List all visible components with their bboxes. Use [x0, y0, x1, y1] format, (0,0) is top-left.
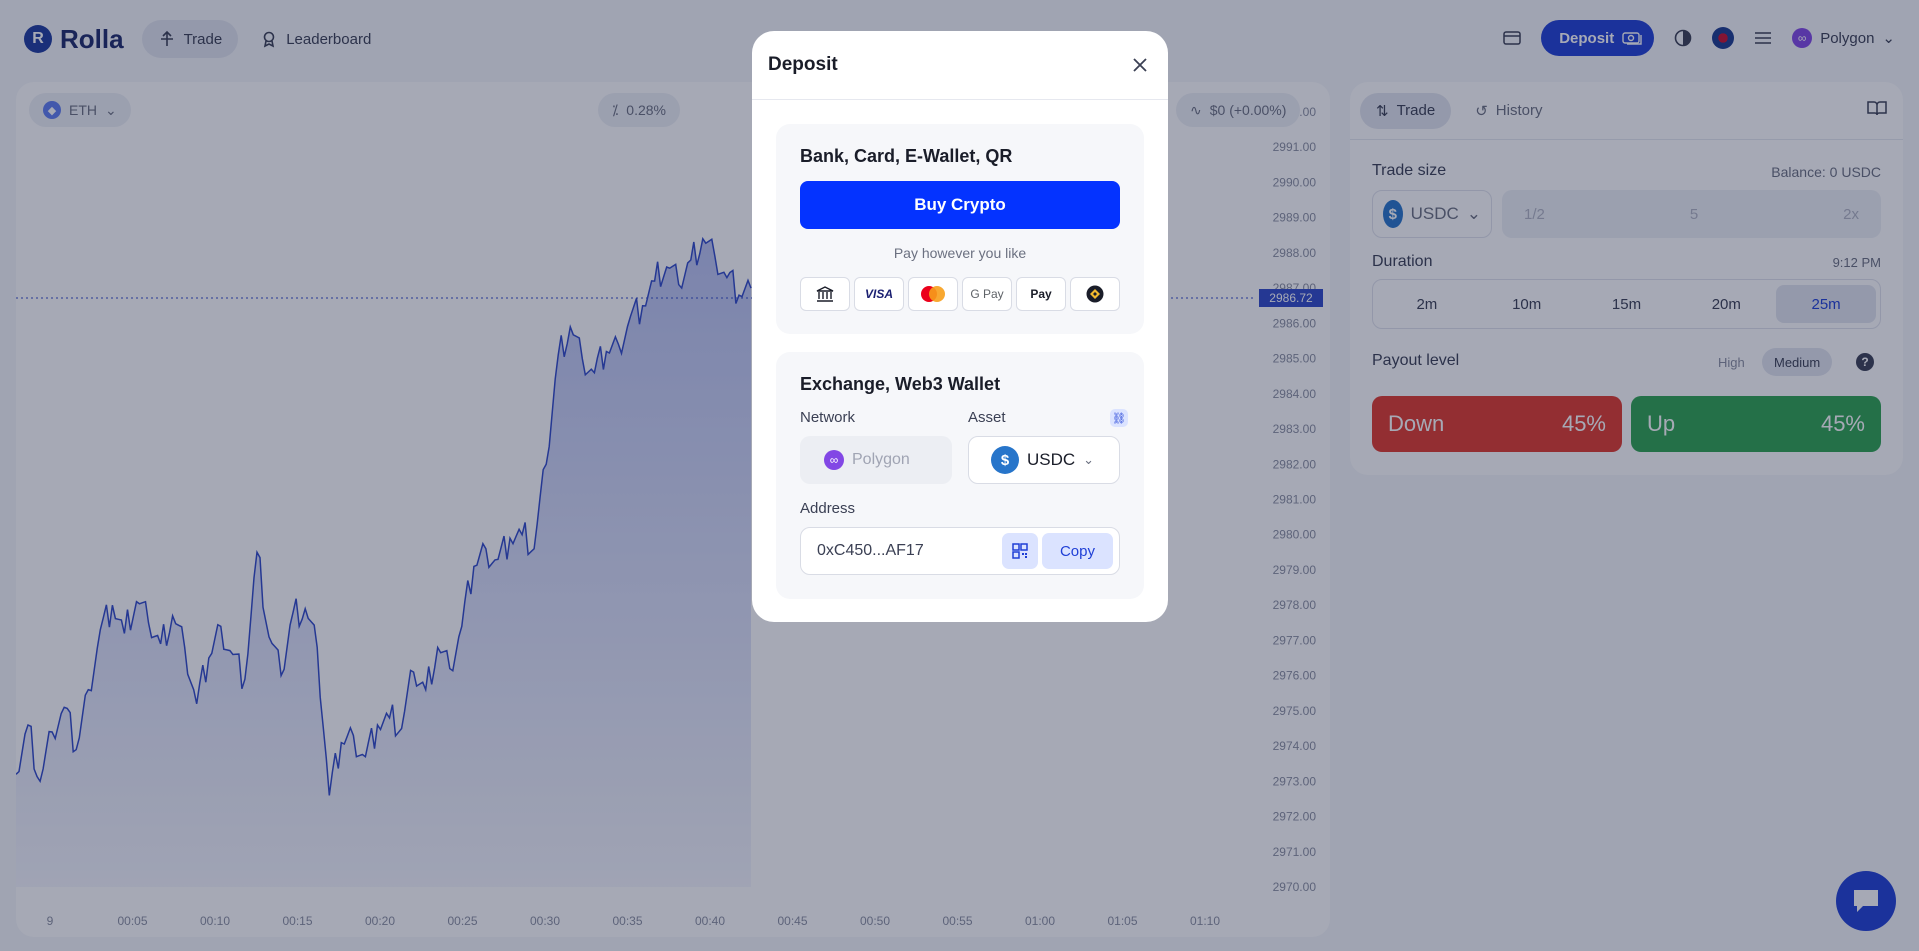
network-value: Polygon	[852, 451, 910, 468]
usdc-icon: $	[991, 446, 1019, 474]
chevron-down-icon: ⌄	[1083, 452, 1095, 467]
buy-crypto-button[interactable]: Buy Crypto	[800, 181, 1120, 229]
polygon-icon: ∞	[824, 450, 844, 470]
asset-field-label: Asset	[968, 409, 1006, 426]
google-pay-icon: G Pay	[962, 277, 1012, 311]
address-value[interactable]: 0xC450...AF17	[817, 542, 1002, 560]
close-icon[interactable]	[1128, 53, 1152, 77]
apple-pay-icon: Pay	[1016, 277, 1066, 311]
payment-methods: VISA G Pay Pay	[800, 277, 1120, 311]
network-field-label: Network	[800, 409, 856, 426]
crypto-title: Exchange, Web3 Wallet	[800, 374, 1001, 394]
bank-icon	[800, 277, 850, 311]
qr-code-icon[interactable]	[1001, 533, 1038, 569]
copy-button[interactable]: Copy	[1041, 533, 1113, 569]
crypto-card: Exchange, Web3 Wallet Network Asset ⛓ ∞ …	[776, 352, 1144, 599]
modal-header: Deposit	[752, 31, 1168, 100]
asset-value: USDC	[1027, 450, 1076, 469]
address-field: 0xC450...AF17 Copy	[800, 527, 1120, 575]
link-icon[interactable]: ⛓	[1110, 409, 1128, 427]
network-field: ∞ Polygon	[800, 436, 952, 484]
visa-icon: VISA	[854, 277, 904, 311]
mastercard-icon	[908, 277, 958, 311]
pay-subtitle: Pay however you like	[893, 245, 1027, 261]
modal-title: Deposit	[768, 54, 838, 75]
fiat-card: Bank, Card, E-Wallet, QR Buy Crypto Pay …	[776, 124, 1144, 334]
fiat-title: Bank, Card, E-Wallet, QR	[800, 146, 1013, 166]
apple-pay-label: Pay	[1030, 287, 1052, 301]
deposit-modal: Deposit Bank, Card, E-Wallet, QR Buy Cry…	[752, 31, 1168, 622]
asset-selector[interactable]: $ USDC ⌄	[968, 436, 1120, 484]
binance-icon	[1070, 277, 1120, 311]
address-field-label: Address	[800, 500, 856, 517]
